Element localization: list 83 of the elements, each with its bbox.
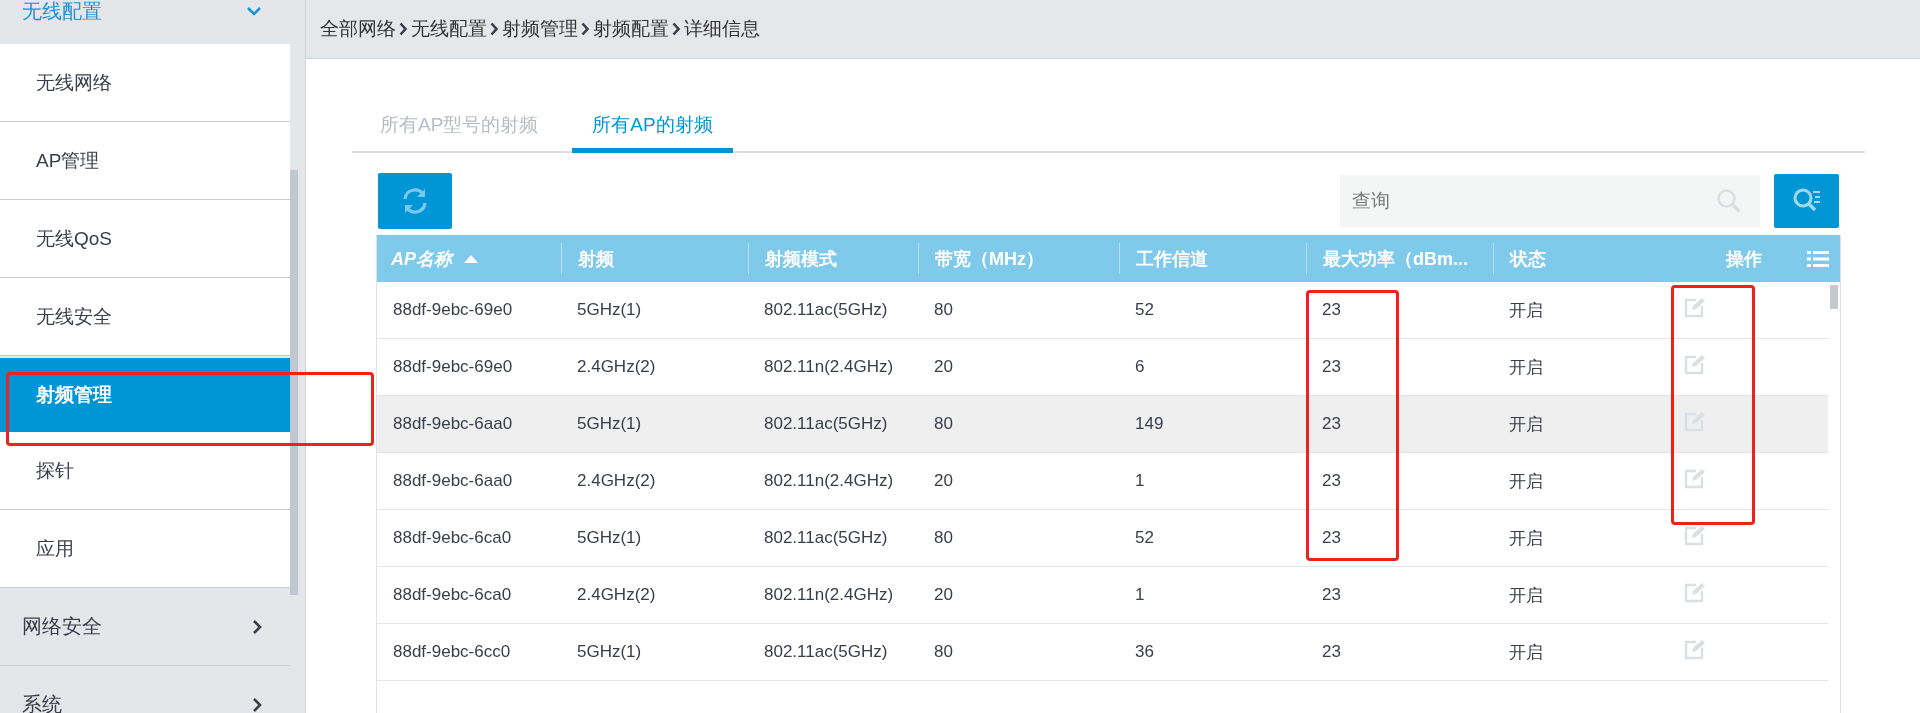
- table-cell: 80: [934, 414, 953, 433]
- table-cell: 80: [934, 642, 953, 661]
- table-cell: 80: [934, 300, 953, 319]
- sidebar-item[interactable]: 应用: [0, 510, 290, 588]
- table-cell: 88df-9ebc-6cc0: [393, 642, 511, 661]
- table-cell: 802.11n(2.4GHz): [764, 585, 894, 604]
- table-cell: 88df-9ebc-6ca0: [393, 528, 512, 547]
- table-cell: 开启: [1509, 528, 1543, 548]
- refresh-button[interactable]: [378, 173, 452, 229]
- chevron-down-icon: [246, 6, 262, 16]
- table-cell: 6: [1135, 357, 1145, 376]
- table-row[interactable]: 88df-9ebc-69e0 5GHz(1) 802.11ac(5GHz) 80 52 23 开启: [377, 282, 1828, 339]
- breadcrumb-item[interactable]: 全部网络: [320, 16, 396, 42]
- table-cell: 1: [1135, 471, 1145, 490]
- table-cell: 23: [1322, 414, 1341, 433]
- table-cell: 52: [1135, 300, 1154, 319]
- table-cell: 开启: [1509, 357, 1543, 377]
- table-row[interactable]: 88df-9ebc-6ca0 2.4GHz(2) 802.11n(2.4GHz) 20 1 23 开启: [377, 567, 1828, 624]
- sidebar-item[interactable]: 无线QoS: [0, 200, 290, 278]
- sidebar-item[interactable]: 无线网络: [0, 44, 290, 122]
- table-row[interactable]: 88df-9ebc-6ca0 5GHz(1) 802.11ac(5GHz) 80 52 23 开启: [377, 510, 1828, 567]
- table-cell: 88df-9ebc-6aa0: [393, 471, 513, 490]
- breadcrumb-item[interactable]: 射频配置: [593, 16, 669, 42]
- scrollbar[interactable]: [1830, 285, 1838, 309]
- table-cell: 23: [1322, 471, 1341, 490]
- table-cell: 802.11ac(5GHz): [764, 642, 888, 661]
- table-cell: 802.11ac(5GHz): [764, 300, 888, 319]
- chevron-right-icon: [252, 618, 262, 635]
- table-cell: 5GHz(1): [577, 528, 642, 547]
- sidebar-item[interactable]: 探针: [0, 432, 290, 510]
- table-cell: 5GHz(1): [577, 300, 642, 319]
- advanced-search-button[interactable]: [1774, 174, 1839, 228]
- table-cell: 20: [934, 357, 953, 376]
- table-cell: 5GHz(1): [577, 642, 642, 661]
- table-row[interactable]: 88df-9ebc-6aa0 2.4GHz(2) 802.11n(2.4GHz) 20 1 23 开启: [377, 453, 1828, 510]
- table-cell: 88df-9ebc-6aa0: [393, 414, 513, 433]
- table-cell: 23: [1322, 528, 1341, 547]
- table-cell: 36: [1135, 642, 1154, 661]
- table-cell: 2.4GHz(2): [577, 471, 656, 490]
- table-cell: 20: [934, 585, 953, 604]
- table-cell: 802.11n(2.4GHz): [764, 357, 894, 376]
- table-cell: 802.11ac(5GHz): [764, 528, 888, 547]
- table-cell: 88df-9ebc-69e0: [393, 300, 513, 319]
- highlighted-row[interactable]: 88df-9ebc-6aa0 5GHz(1) 802.11ac(5GHz) 80 149 23 开启: [377, 396, 1828, 453]
- table-cell: 2.4GHz(2): [577, 357, 656, 376]
- chevron-right-icon: [581, 22, 590, 36]
- search-icon: [1716, 188, 1742, 214]
- breadcrumb-item[interactable]: 射频管理: [502, 16, 578, 42]
- table-cell: 开启: [1509, 471, 1543, 491]
- edit-icon[interactable]: [1683, 524, 1705, 547]
- chevron-right-icon: [490, 22, 499, 36]
- table-cell: 802.11ac(5GHz): [764, 414, 888, 433]
- breadcrumb-item[interactable]: 无线配置: [411, 16, 487, 42]
- table-cell: 23: [1322, 300, 1341, 319]
- table-cell: 23: [1322, 642, 1341, 661]
- chevron-right-icon: [399, 22, 408, 36]
- table-cell: 开启: [1509, 414, 1543, 434]
- breadcrumb-item[interactable]: 详细信息: [684, 16, 760, 42]
- column-list-icon[interactable]: [1807, 249, 1829, 268]
- table-cell: 88df-9ebc-6ca0: [393, 585, 512, 604]
- table-cell: 23: [1322, 357, 1341, 376]
- table-cell: 149: [1135, 414, 1164, 433]
- table-cell: 802.11n(2.4GHz): [764, 471, 894, 490]
- table-row[interactable]: 88df-9ebc-6cc0 5GHz(1) 802.11ac(5GHz) 80 36 23 开启: [377, 624, 1828, 681]
- table-cell: 开启: [1509, 642, 1543, 662]
- sidebar-item[interactable]: 无线安全: [0, 278, 290, 356]
- table-cell: 23: [1322, 585, 1341, 604]
- table-cell: 5GHz(1): [577, 414, 642, 433]
- table-cell: 开启: [1509, 585, 1543, 605]
- table-cell: 80: [934, 528, 953, 547]
- table-cell: 88df-9ebc-69e0: [393, 357, 513, 376]
- table-cell: 20: [934, 471, 953, 490]
- table-cell: 2.4GHz(2): [577, 585, 656, 604]
- table-cell: 开启: [1509, 300, 1543, 320]
- chevron-right-icon: [252, 696, 262, 713]
- table-cell: 52: [1135, 528, 1154, 547]
- scrollbar[interactable]: [290, 170, 298, 595]
- search-field[interactable]: 查询: [1340, 175, 1760, 227]
- table-cell: 1: [1135, 585, 1145, 604]
- sidebar-group[interactable]: 系统: [0, 666, 290, 713]
- sidebar-group[interactable]: 网络安全: [0, 588, 290, 666]
- sidebar-item[interactable]: AP管理: [0, 122, 290, 200]
- chevron-right-icon: [672, 22, 681, 36]
